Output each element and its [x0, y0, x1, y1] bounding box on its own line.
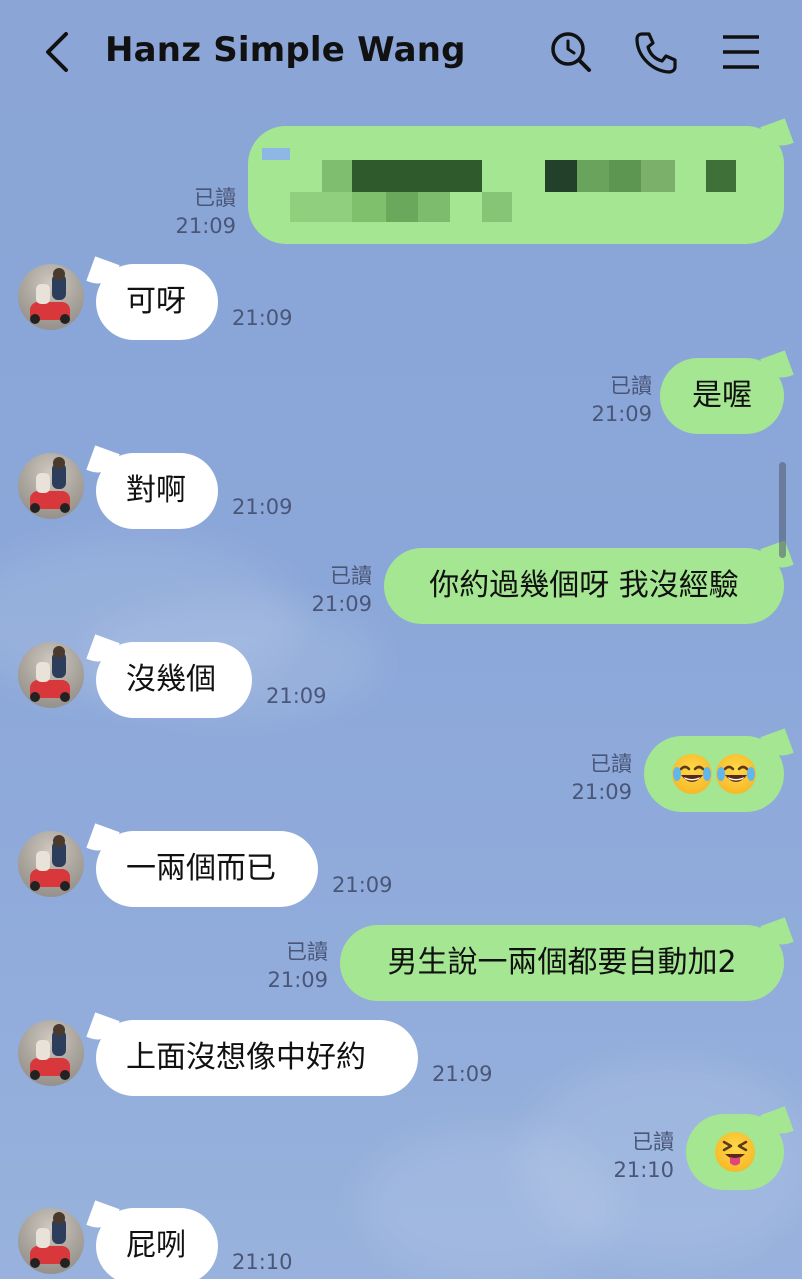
contact-avatar[interactable]: [18, 1208, 84, 1274]
read-receipt: 已讀: [330, 564, 372, 588]
message-meta: 已讀 21:09: [586, 372, 652, 428]
message-bubble-outgoing[interactable]: 男生說一兩個都要自動加2: [340, 925, 784, 1001]
message-bubble-incoming[interactable]: 一兩個而已: [96, 831, 318, 907]
message-text: 是喔: [692, 378, 752, 413]
message-bubble-incoming[interactable]: 可呀: [96, 264, 218, 340]
chat-title: Hanz Simple Wang: [105, 30, 466, 70]
message-bubble-incoming[interactable]: 屁咧: [96, 1208, 218, 1279]
message-time: 21:10: [232, 1250, 293, 1274]
message-bubble-outgoing[interactable]: [644, 736, 784, 812]
message-bubble-incoming[interactable]: 對啊: [96, 453, 218, 529]
chat-scrollbar[interactable]: [779, 462, 786, 558]
message-time: 21:09: [175, 214, 236, 238]
contact-avatar[interactable]: [18, 1020, 84, 1086]
contact-avatar[interactable]: [18, 453, 84, 519]
tongue-out-emoji: [715, 1132, 755, 1172]
read-receipt: 已讀: [590, 752, 632, 776]
message-meta: 已讀 21:09: [306, 562, 372, 618]
tears-of-joy-emoji: [672, 754, 712, 794]
back-button[interactable]: [36, 28, 80, 76]
message-time: 21:09: [232, 495, 293, 519]
message-time: 21:09: [267, 968, 328, 992]
contact-avatar[interactable]: [18, 642, 84, 708]
read-receipt: 已讀: [286, 940, 328, 964]
tears-of-joy-emoji: [716, 754, 756, 794]
read-receipt: 已讀: [194, 186, 236, 210]
search-button[interactable]: [548, 28, 594, 76]
message-meta: 已讀 21:09: [170, 184, 236, 240]
message-meta: 已讀 21:09: [566, 750, 632, 806]
message-meta: 已讀 21:10: [608, 1128, 674, 1184]
menu-button[interactable]: [718, 28, 764, 76]
message-time: 21:09: [432, 1062, 493, 1086]
message-text: 屁咧: [126, 1228, 186, 1263]
search-icon: [551, 32, 591, 72]
message-meta: 已讀 21:09: [262, 938, 328, 994]
message-bubble-incoming[interactable]: 上面沒想像中好約: [96, 1020, 418, 1096]
message-text: 男生說一兩個都要自動加2: [387, 945, 737, 980]
chat-header: Hanz Simple Wang: [0, 0, 802, 106]
call-button[interactable]: [632, 28, 678, 76]
message-time: 21:10: [613, 1158, 674, 1182]
message-bubble-outgoing[interactable]: [686, 1114, 784, 1190]
message-time: 21:09: [266, 684, 327, 708]
message-time: 21:09: [311, 592, 372, 616]
message-bubble-outgoing[interactable]: 你約過幾個呀 我沒經驗: [384, 548, 784, 624]
message-bubble-outgoing[interactable]: 是喔: [660, 358, 784, 434]
message-text: 對啊: [126, 473, 186, 508]
contact-avatar[interactable]: [18, 264, 84, 330]
read-receipt: 已讀: [632, 1130, 674, 1154]
contact-avatar[interactable]: [18, 831, 84, 897]
background-cloud: [360, 1130, 620, 1279]
message-bubble-incoming[interactable]: 沒幾個: [96, 642, 252, 718]
message-time: 21:09: [332, 873, 393, 897]
message-time: 21:09: [591, 402, 652, 426]
message-text: 可呀: [126, 284, 186, 319]
message-time: 21:09: [232, 306, 293, 330]
message-time: 21:09: [571, 780, 632, 804]
message-text: 上面沒想像中好約: [126, 1040, 366, 1075]
message-text: 沒幾個: [126, 662, 216, 697]
menu-icon: [723, 35, 759, 69]
chevron-left-icon: [46, 32, 68, 72]
message-text: 一兩個而已: [126, 851, 276, 886]
message-text: 你約過幾個呀 我沒經驗: [429, 568, 739, 603]
read-receipt: 已讀: [610, 374, 652, 398]
phone-icon: [635, 32, 677, 74]
